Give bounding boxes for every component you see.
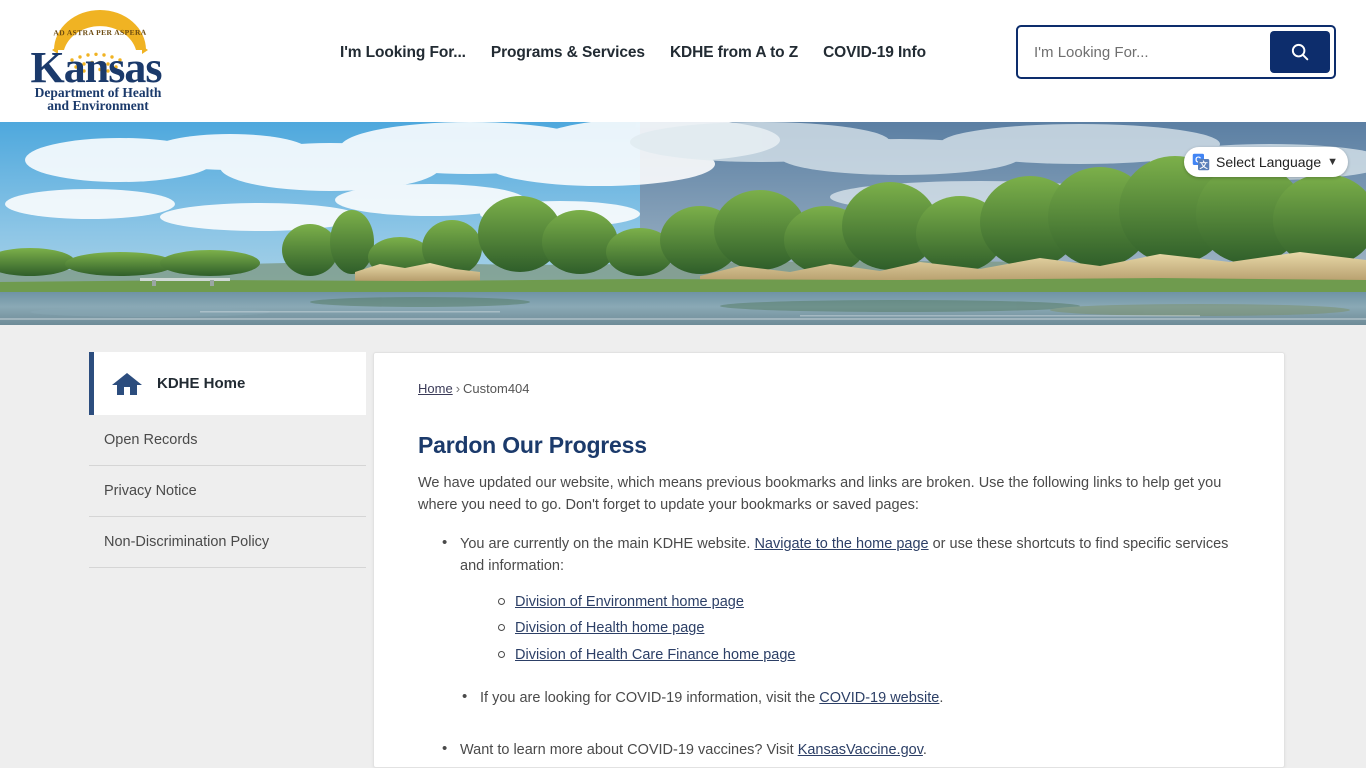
nav-programs-services[interactable]: Programs & Services — [491, 40, 645, 66]
sidebar-item-label: Privacy Notice — [104, 483, 197, 499]
breadcrumb: Home › Custom404 — [418, 381, 1248, 396]
home-icon — [112, 372, 142, 395]
site-header: AD ASTRA PER ASPERA Kansas Department of… — [0, 0, 1366, 122]
kansas-seal-logo-icon: AD ASTRA PER ASPERA Kansas Department of… — [31, 10, 163, 113]
list-item: Division of Health Care Finance home pag… — [498, 642, 1248, 669]
kdhe-logo[interactable]: AD ASTRA PER ASPERA Kansas Department of… — [22, 8, 172, 114]
list-item: Division of Environment home page — [498, 589, 1248, 616]
page-body: KDHE Home Open Records Privacy Notice No… — [0, 325, 1366, 768]
chevron-down-icon: ▼ — [1327, 156, 1338, 168]
language-selector-label: Select Language — [1216, 154, 1322, 170]
navigate-home-page-link[interactable]: Navigate to the home page — [754, 536, 928, 552]
search-button[interactable] — [1270, 31, 1330, 73]
bullet1-text-before: You are currently on the main KDHE websi… — [460, 535, 755, 552]
list-item: Division of Health home page — [498, 615, 1248, 642]
site-search — [1016, 25, 1336, 79]
sidebar-item-privacy-notice[interactable]: Privacy Notice — [89, 466, 366, 517]
bullet3-text-before: Want to learn more about COVID-19 vaccin… — [460, 742, 798, 759]
hero-banner: G 文 Select Language ▼ — [0, 122, 1366, 325]
intro-paragraph: We have updated our website, which means… — [418, 475, 1222, 513]
shortcut-list: You are currently on the main KDHE websi… — [418, 531, 1248, 577]
bullet3-text-after: . — [922, 742, 927, 759]
division-of-health-care-finance-link[interactable]: Division of Health Care Finance home pag… — [515, 647, 795, 663]
main-navigation: I'm Looking For... Programs & Services K… — [340, 40, 926, 66]
division-of-environment-link[interactable]: Division of Environment home page — [515, 594, 744, 610]
svg-text:and Environment: and Environment — [47, 98, 149, 113]
sidebar-item-label: Open Records — [104, 432, 198, 448]
main-content-card: Home › Custom404 Pardon Our Progress We ha… — [373, 352, 1285, 768]
kansas-vaccine-link[interactable]: KansasVaccine.gov — [798, 742, 923, 758]
covid-19-website-link[interactable]: COVID-19 website — [819, 690, 939, 706]
nav-covid-19-info[interactable]: COVID-19 Info — [823, 40, 926, 66]
search-icon — [1291, 43, 1309, 61]
svg-text:AD ASTRA PER ASPERA: AD ASTRA PER ASPERA — [53, 28, 146, 37]
svg-text:文: 文 — [1200, 160, 1209, 170]
page-title: Pardon Our Progress — [418, 432, 647, 458]
bullet2-text-before: If you are looking for COVID-19 informat… — [480, 690, 820, 706]
list-item-main-site: You are currently on the main KDHE websi… — [432, 531, 1232, 577]
lake-landscape-photo — [0, 122, 1366, 325]
sidebar-item-kdhe-home[interactable]: KDHE Home — [89, 352, 366, 415]
vaccine-info-list: Want to learn more about COVID-19 vaccin… — [418, 738, 1248, 761]
search-input[interactable] — [1022, 31, 1270, 73]
list-item-vaccine-info: Want to learn more about COVID-19 vaccin… — [432, 738, 1248, 761]
list-item-covid-info: If you are looking for COVID-19 informat… — [452, 686, 1248, 709]
breadcrumb-current: Custom404 — [463, 381, 530, 396]
bullet2-text-after: . — [939, 690, 944, 706]
sidebar-item-open-records[interactable]: Open Records — [89, 415, 366, 466]
language-selector[interactable]: G 文 Select Language ▼ — [1184, 147, 1348, 177]
google-translate-icon: G 文 — [1192, 153, 1210, 171]
sidebar-item-label: Non-Discrimination Policy — [104, 534, 270, 550]
division-links-list: Division of Environment home page Divisi… — [418, 589, 1248, 669]
sidebar-item-non-discrimination-policy[interactable]: Non-Discrimination Policy — [89, 517, 366, 568]
nav-kdhe-a-to-z[interactable]: KDHE from A to Z — [670, 40, 798, 66]
breadcrumb-separator: › — [455, 381, 461, 396]
division-of-health-link[interactable]: Division of Health home page — [515, 620, 704, 636]
breadcrumb-home-link[interactable]: Home — [418, 381, 453, 396]
nav-im-looking-for[interactable]: I'm Looking For... — [340, 40, 466, 66]
sidebar-navigation: KDHE Home Open Records Privacy Notice No… — [89, 352, 366, 568]
covid-info-list: If you are looking for COVID-19 informat… — [418, 686, 1248, 709]
sidebar-item-label: KDHE Home — [157, 375, 246, 392]
